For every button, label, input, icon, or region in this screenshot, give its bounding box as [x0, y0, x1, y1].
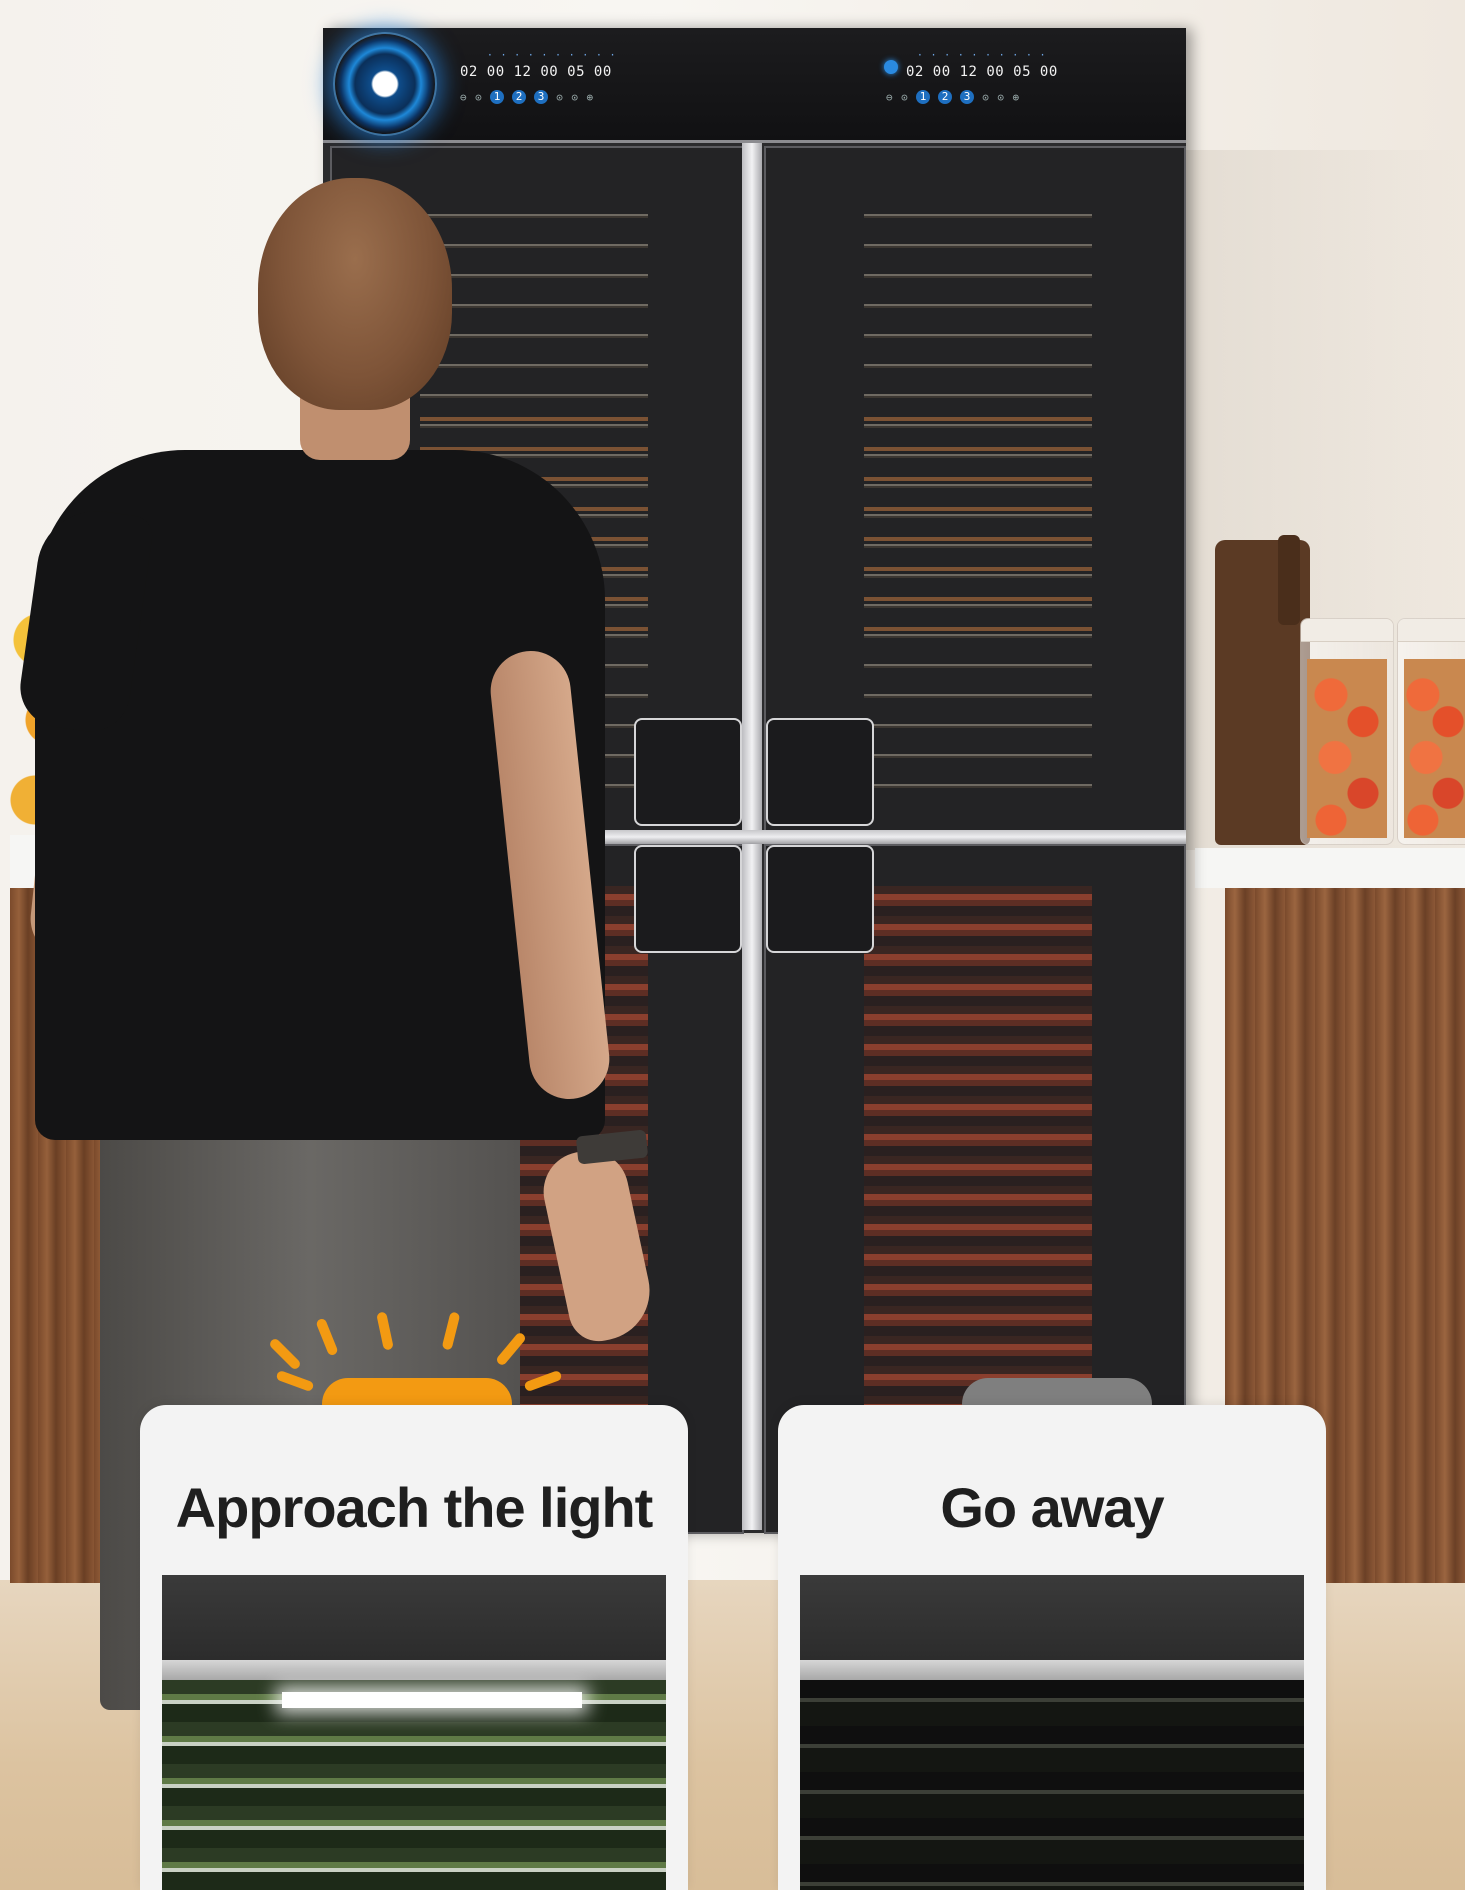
lamp-icon: [282, 1692, 582, 1708]
up-icon[interactable]: ⊙: [475, 91, 482, 104]
indicator-dots: · · · · · · · · · ·: [918, 48, 1048, 62]
product-scene: · · · · · · · · · · 02 00 12 00 05 00 ⊖ …: [0, 0, 1465, 1890]
fan-icon[interactable]: ⊙: [556, 91, 563, 104]
door-handle[interactable]: [634, 845, 742, 953]
card-title: Approach the light: [175, 1476, 654, 1539]
go-away-card: Go away: [778, 1405, 1326, 1890]
indicator-dots: · · · · · · · · · ·: [488, 48, 618, 62]
jar-lid: [1398, 619, 1465, 642]
program-key[interactable]: 2: [512, 90, 527, 104]
timer-display-right: 02 00 12 00 05 00: [906, 64, 1058, 80]
door-handle[interactable]: [766, 718, 874, 826]
fan-icon[interactable]: ⊙: [982, 91, 989, 104]
program-key[interactable]: 1: [916, 90, 931, 104]
keypad-right: ⊖ ⊙ 1 2 3 ⊙ ⊙ ⊕: [886, 90, 1020, 104]
dried-orange-jar: [1397, 618, 1465, 845]
counter-top-right: [1195, 848, 1465, 888]
tray-window: [864, 886, 1092, 1446]
up-icon[interactable]: ⊙: [901, 91, 908, 104]
minus-icon[interactable]: ⊖: [886, 91, 893, 104]
card-title: Go away: [940, 1476, 1164, 1539]
status-light-icon: [884, 60, 898, 74]
door-handle[interactable]: [766, 845, 874, 953]
dried-orange-slices: [1307, 659, 1387, 838]
plus-icon[interactable]: ⊕: [587, 91, 594, 104]
program-key[interactable]: 3: [534, 90, 549, 104]
dried-orange-jar: [1300, 618, 1394, 845]
program-key[interactable]: 2: [938, 90, 953, 104]
dried-orange-slices: [1404, 659, 1465, 838]
timer-display-left: 02 00 12 00 05 00: [460, 64, 612, 80]
tray-window: [864, 188, 1092, 808]
cutting-board-handle: [1278, 535, 1300, 625]
minus-icon[interactable]: ⊖: [460, 91, 467, 104]
program-key[interactable]: 1: [490, 90, 505, 104]
program-key[interactable]: 3: [960, 90, 975, 104]
keypad-left: ⊖ ⊙ 1 2 3 ⊙ ⊙ ⊕: [460, 90, 594, 104]
power-knob[interactable]: [333, 32, 437, 136]
timer-icon[interactable]: ⊙: [571, 91, 578, 104]
jar-lid: [1301, 619, 1393, 642]
door-handle[interactable]: [634, 718, 742, 826]
timer-icon[interactable]: ⊙: [997, 91, 1004, 104]
dark-tray-photo: [800, 1575, 1304, 1890]
plus-icon[interactable]: ⊕: [1013, 91, 1020, 104]
man-head: [258, 178, 452, 410]
lit-tray-photo: [162, 1575, 666, 1890]
control-panel: [323, 28, 1186, 143]
approach-light-card: Approach the light: [140, 1405, 688, 1890]
